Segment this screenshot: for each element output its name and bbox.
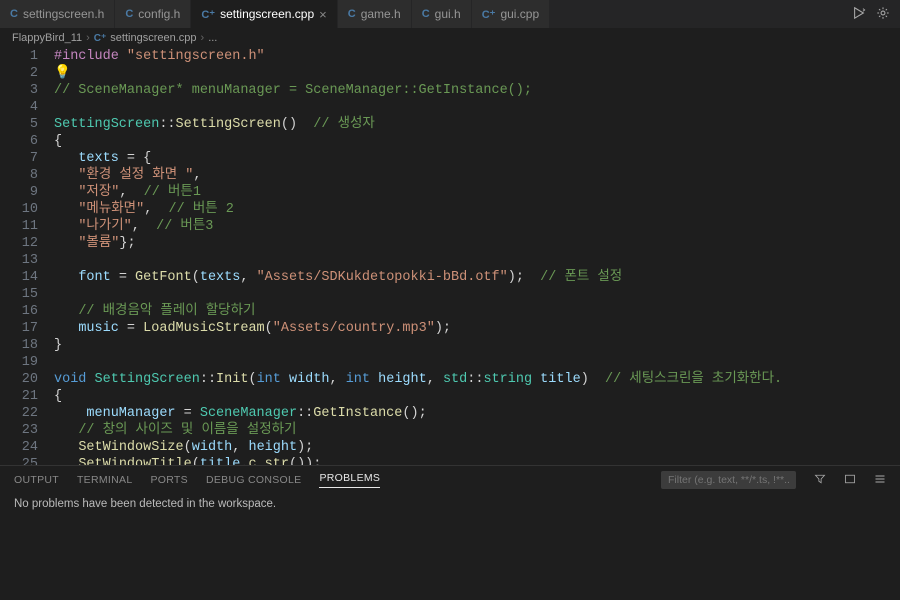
code-line[interactable]: } — [54, 337, 900, 354]
code-line[interactable]: "메뉴화면", // 버튼 2 — [54, 201, 900, 218]
code-line[interactable] — [54, 252, 900, 269]
problems-filter-input[interactable] — [661, 471, 796, 489]
list-icon[interactable] — [874, 473, 886, 488]
code-line[interactable]: "볼륨"}; — [54, 235, 900, 252]
breadcrumb-more[interactable]: ... — [208, 32, 217, 44]
tab-game-h[interactable]: C game.h — [338, 0, 412, 28]
tab-settingscreen-h[interactable]: C settingscreen.h — [0, 0, 115, 28]
line-number: 18 — [0, 337, 38, 354]
line-number: 1 — [0, 48, 38, 65]
line-number: 20 — [0, 371, 38, 388]
collapse-icon[interactable] — [844, 473, 856, 488]
panel-tab-bar: OUTPUT TERMINAL PORTS DEBUG CONSOLE PROB… — [0, 466, 900, 494]
line-number: 4 — [0, 99, 38, 116]
bottom-panel: OUTPUT TERMINAL PORTS DEBUG CONSOLE PROB… — [0, 465, 900, 600]
code-editor[interactable]: 1234567891011121314151617181920212223242… — [0, 48, 900, 465]
tab-label: gui.cpp — [500, 7, 539, 21]
c-file-icon: C — [125, 8, 133, 20]
line-number: 10 — [0, 201, 38, 218]
tab-label: config.h — [138, 7, 180, 21]
editor-tab-bar: C settingscreen.h C config.h C⁺ settings… — [0, 0, 900, 28]
line-number: 7 — [0, 150, 38, 167]
code-line[interactable]: { — [54, 388, 900, 405]
line-number: 11 — [0, 218, 38, 235]
code-line[interactable]: void SettingScreen::Init(int width, int … — [54, 371, 900, 388]
code-line[interactable] — [54, 354, 900, 371]
c-file-icon: C — [348, 8, 356, 20]
line-number: 16 — [0, 303, 38, 320]
panel-tab-ports[interactable]: PORTS — [150, 474, 187, 486]
code-line[interactable] — [54, 99, 900, 116]
code-line[interactable]: menuManager = SceneManager::GetInstance(… — [54, 405, 900, 422]
tab-bar-actions — [852, 0, 900, 28]
cpp-file-icon: C⁺ — [201, 8, 215, 21]
code-line[interactable]: { — [54, 133, 900, 150]
tab-settingscreen-cpp[interactable]: C⁺ settingscreen.cpp × — [191, 0, 337, 28]
filter-icon[interactable] — [814, 473, 826, 488]
gear-icon[interactable] — [876, 6, 890, 23]
line-number: 2 — [0, 65, 38, 82]
code-line[interactable]: // SceneManager* menuManager = SceneMana… — [54, 82, 900, 99]
code-line[interactable]: #include "settingscreen.h" — [54, 48, 900, 65]
chevron-right-icon: › — [86, 32, 90, 44]
code-line[interactable]: music = LoadMusicStream("Assets/country.… — [54, 320, 900, 337]
code-line[interactable]: SetWindowTitle(title.c_str()); — [54, 456, 900, 465]
tab-gui-h[interactable]: C gui.h — [412, 0, 472, 28]
line-number: 23 — [0, 422, 38, 439]
run-icon[interactable] — [852, 6, 866, 23]
line-number: 25 — [0, 456, 38, 465]
tab-label: settingscreen.cpp — [220, 7, 314, 21]
c-file-icon: C — [10, 8, 18, 20]
line-number: 13 — [0, 252, 38, 269]
line-number: 9 — [0, 184, 38, 201]
panel-tab-problems[interactable]: PROBLEMS — [319, 472, 380, 488]
panel-tab-terminal[interactable]: TERMINAL — [77, 474, 133, 486]
panel-tab-debug-console[interactable]: DEBUG CONSOLE — [206, 474, 302, 486]
line-number: 6 — [0, 133, 38, 150]
code-line[interactable]: SettingScreen::SettingScreen() // 생성자 — [54, 116, 900, 133]
chevron-right-icon: › — [201, 32, 205, 44]
code-line[interactable]: "환경 설정 화면 ", — [54, 167, 900, 184]
line-number: 14 — [0, 269, 38, 286]
code-line[interactable]: texts = { — [54, 150, 900, 167]
cpp-file-icon: C⁺ — [482, 8, 496, 21]
line-number: 3 — [0, 82, 38, 99]
line-number: 12 — [0, 235, 38, 252]
line-number: 19 — [0, 354, 38, 371]
code-line[interactable]: font = GetFont(texts, "Assets/SDKukdetop… — [54, 269, 900, 286]
line-number: 24 — [0, 439, 38, 456]
breadcrumb-file[interactable]: settingscreen.cpp — [110, 32, 196, 44]
code-area[interactable]: #include "settingscreen.h"💡// SceneManag… — [54, 48, 900, 465]
line-number: 17 — [0, 320, 38, 337]
code-line[interactable]: // 배경음악 플레이 할당하기 — [54, 303, 900, 320]
line-number: 22 — [0, 405, 38, 422]
c-file-icon: C — [422, 8, 430, 20]
line-number-gutter: 1234567891011121314151617181920212223242… — [0, 48, 54, 465]
breadcrumb[interactable]: FlappyBird_11 › C⁺ settingscreen.cpp › .… — [0, 28, 900, 48]
line-number: 21 — [0, 388, 38, 405]
code-line[interactable]: SetWindowSize(width, height); — [54, 439, 900, 456]
line-number: 8 — [0, 167, 38, 184]
problems-message: No problems have been detected in the wo… — [0, 494, 900, 514]
tab-config-h[interactable]: C config.h — [115, 0, 191, 28]
breadcrumb-project[interactable]: FlappyBird_11 — [12, 32, 82, 44]
line-number: 5 — [0, 116, 38, 133]
code-line[interactable]: // 창의 사이즈 및 이름을 설정하기 — [54, 422, 900, 439]
tab-label: gui.h — [435, 7, 461, 21]
code-line[interactable]: "저장", // 버튼1 — [54, 184, 900, 201]
code-line[interactable]: 💡 — [54, 65, 900, 82]
tab-gui-cpp[interactable]: C⁺ gui.cpp — [472, 0, 550, 28]
code-line[interactable]: "나가기", // 버튼3 — [54, 218, 900, 235]
code-line[interactable] — [54, 286, 900, 303]
cpp-file-icon: C⁺ — [94, 33, 107, 44]
tab-label: game.h — [361, 7, 401, 21]
tab-label: settingscreen.h — [23, 7, 104, 21]
close-icon[interactable]: × — [319, 7, 327, 22]
panel-tab-output[interactable]: OUTPUT — [14, 474, 59, 486]
line-number: 15 — [0, 286, 38, 303]
